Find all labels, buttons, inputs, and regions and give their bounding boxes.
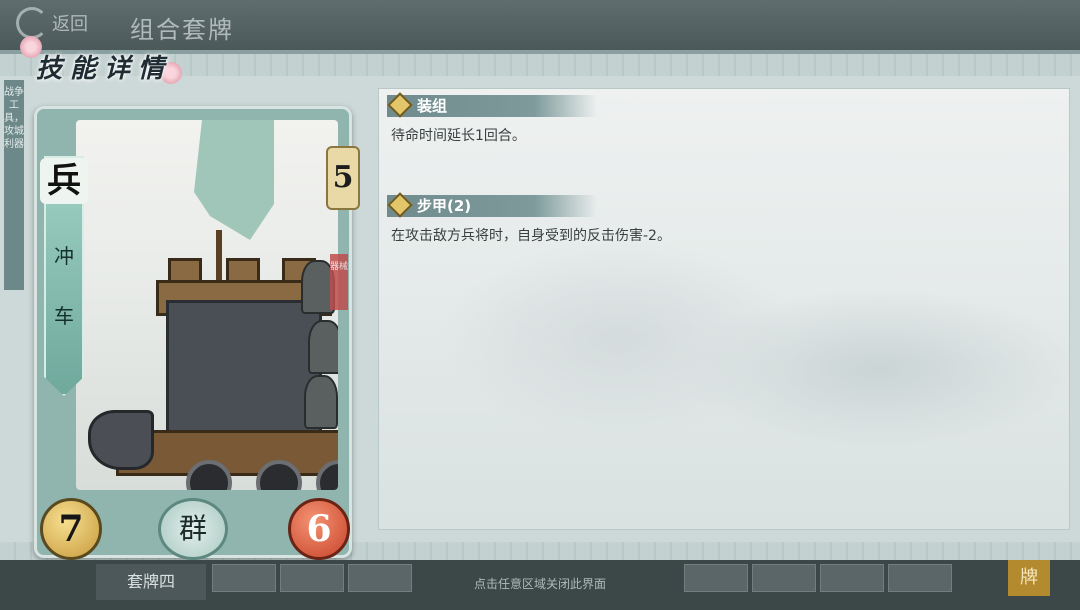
deck-slot[interactable] <box>820 564 884 592</box>
card-type: 兵 <box>40 158 88 204</box>
card-button[interactable]: 牌 <box>1008 560 1050 596</box>
deck-slot[interactable] <box>752 564 816 592</box>
card-artwork <box>76 120 338 490</box>
attack-value: 7 <box>40 498 102 560</box>
soldier-figure <box>304 375 338 429</box>
card-name: 冲 车 <box>46 226 82 346</box>
skill-diamond-icon <box>387 192 413 218</box>
unit-card: 器械 冲 车 兵 7 群 6 <box>34 106 352 560</box>
card-name-char: 冲 <box>54 244 74 268</box>
faction-badge: 群 <box>158 498 228 560</box>
deck-slot[interactable] <box>888 564 952 592</box>
back-button[interactable]: 返回 <box>16 7 88 39</box>
back-arrow-icon <box>16 7 48 39</box>
skill-header: 装组 <box>387 92 597 118</box>
side-caption: 战争工具，攻城利器 <box>4 80 24 290</box>
skill-panel: 装组 待命时间延长1回合。 步甲(2) 在攻击敌方兵将时，自身受到的反击伤害-2… <box>378 88 1079 530</box>
skill-diamond-icon <box>387 92 413 118</box>
back-label: 返回 <box>52 14 88 35</box>
banner-flag <box>194 120 274 240</box>
deck-slot[interactable] <box>212 564 276 592</box>
screen-title: 组合套牌 <box>130 16 234 44</box>
deck-slot[interactable] <box>280 564 344 592</box>
landscape-mist <box>439 239 799 439</box>
deck-slot[interactable] <box>684 564 748 592</box>
health-value: 6 <box>288 498 350 560</box>
skill-details-dialog: 技能详情 器械 冲 车 兵 7 群 6 5 装组 待命时间延长1回合。 步甲(2… <box>0 36 1080 568</box>
skill-name: 装组 <box>417 97 448 115</box>
skill-description: 待命时间延长1回合。 <box>391 128 526 144</box>
siege-tower <box>166 300 322 446</box>
dialog-title: 技能详情 <box>36 54 173 84</box>
skill-name: 步甲(2) <box>417 197 472 215</box>
card-cost: 5 <box>326 146 360 210</box>
skill-header: 步甲(2) <box>387 192 597 218</box>
deck-slot[interactable] <box>348 564 412 592</box>
deck-name-tab[interactable]: 套牌四 <box>96 564 206 600</box>
card-name-char: 车 <box>54 304 74 328</box>
skill-description: 在攻击敌方兵将时，自身受到的反击伤害-2。 <box>391 228 671 244</box>
soldier-figure <box>308 320 338 374</box>
dragon-ram-head <box>88 410 154 470</box>
equipment-tag: 器械 <box>330 254 348 310</box>
close-hint[interactable]: 点击任意区域关闭此界面 <box>420 575 660 592</box>
